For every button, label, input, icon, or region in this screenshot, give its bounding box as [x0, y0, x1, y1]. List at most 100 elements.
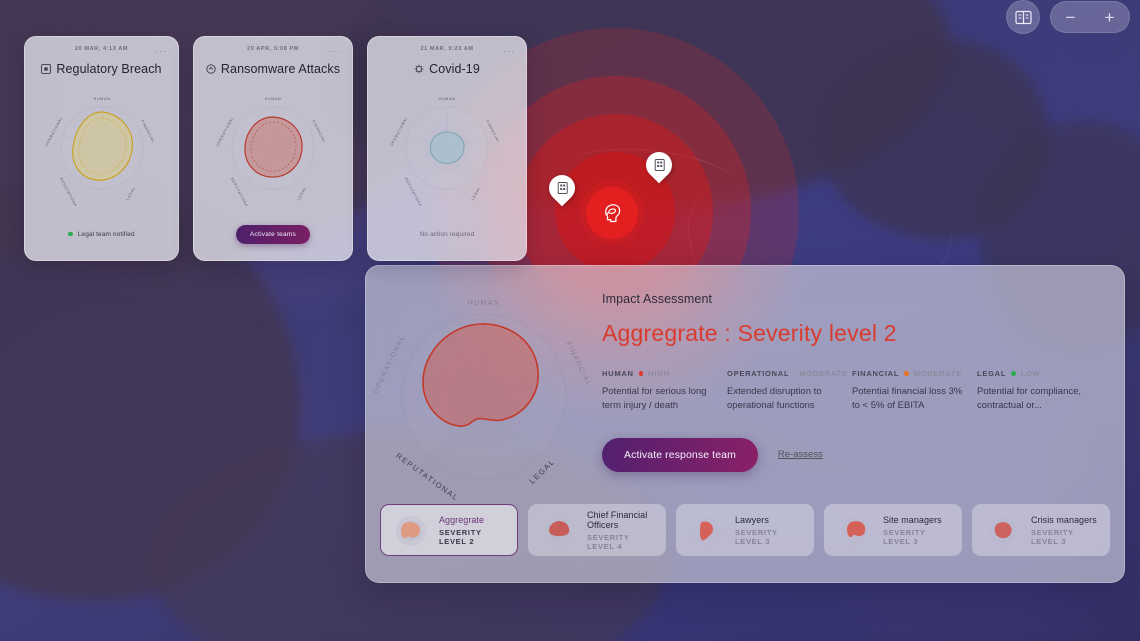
activate-teams-button[interactable]: Activate teams	[235, 224, 311, 244]
card-title: Ransomware Attacks	[220, 62, 341, 76]
role-card-crisis-managers[interactable]: Crisis managers SEVERITY LEVEL 3	[972, 504, 1110, 556]
card-footer: Activate teams	[204, 218, 342, 250]
site-marker-1[interactable]	[543, 169, 581, 209]
panel-subtitle: Impact Assessment	[602, 292, 713, 306]
severity-dot	[904, 371, 909, 376]
panel-title: Aggregrate : Severity level 2	[602, 320, 897, 346]
incident-card-list: 20 MAR, 4:13 AM ··· Regulatory Breach HU…	[24, 36, 527, 261]
radar-axis-label: HUMAN	[265, 97, 282, 101]
category-description: Extended disruption to operational funct…	[727, 386, 822, 412]
impact-category-financial: FINANCIAL MODERATE Potential financial l…	[852, 369, 977, 414]
epicentre-marker[interactable]	[586, 187, 638, 239]
panel-details: Impact Assessment Aggregrate : Severity …	[602, 292, 1124, 504]
map-zoom-controls: − +	[1050, 1, 1130, 33]
role-severity: SEVERITY LEVEL 4	[587, 532, 630, 551]
role-card-lawyers[interactable]: Lawyers SEVERITY LEVEL 3	[676, 504, 814, 556]
role-severity: SEVERITY LEVEL 3	[1031, 527, 1074, 546]
category-description: Potential for serious long term injury /…	[602, 386, 707, 412]
card-title-row: Ransomware Attacks	[204, 62, 342, 76]
zoom-out-button[interactable]: −	[1066, 9, 1076, 26]
role-selector-list: Aggregrate SEVERITY LEVEL 2 Chief Financ…	[366, 504, 1124, 556]
category-name: HUMAN	[602, 369, 634, 378]
category-level: MODERATE	[913, 369, 963, 378]
panel-actions: Activate response team Re-assess	[602, 437, 1102, 472]
category-header: LEGAL LOW	[977, 369, 1088, 378]
incident-card-regulatory-breach[interactable]: 20 MAR, 4:13 AM ··· Regulatory Breach HU…	[24, 36, 179, 261]
incident-card-ransomware-attacks[interactable]: 20 APR, 5:08 PM ··· Ransomware Attacks H…	[193, 36, 353, 261]
site-marker-2[interactable]	[640, 146, 678, 186]
radar-axis-label: OPERATIONAL	[216, 116, 235, 147]
impact-assessment-panel: REPUTATIONAL LEGAL HUMAN FINANCIAL OPERA…	[365, 265, 1125, 583]
impact-category-legal: LEGAL LOW Potential for compliance, cont…	[977, 369, 1102, 414]
card-title-row: Covid-19	[378, 62, 516, 76]
radar-axis-label: FINANCIAL	[311, 120, 326, 144]
card-title-row: Regulatory Breach	[35, 62, 168, 76]
radar-axis-label: HUMAN	[468, 300, 501, 307]
card-footer: Legal team notified	[35, 218, 168, 250]
impact-category-human: HUMAN HIGH Potential for serious long te…	[602, 369, 727, 414]
role-name: Aggregrate	[439, 514, 485, 525]
card-menu-button[interactable]: ···	[503, 47, 515, 56]
role-card-aggregrate[interactable]: Aggregrate SEVERITY LEVEL 2	[380, 504, 518, 556]
severity-dot	[638, 371, 644, 376]
radar-axis-label: LEGAL	[125, 186, 136, 201]
card-radar-chart: HUMAN FINANCIAL LEGAL REPUTATIONAL OPERA…	[204, 78, 342, 218]
zoom-in-button[interactable]: +	[1105, 9, 1115, 26]
map-controls: − +	[1006, 0, 1130, 34]
card-note: No action required	[419, 230, 475, 238]
re-assess-link[interactable]: Re-assess	[778, 449, 823, 460]
radar-chart-ransomware: HUMAN FINANCIAL LEGAL REPUTATIONAL OPERA…	[216, 97, 327, 206]
role-text: Lawyers SEVERITY LEVEL 3	[735, 515, 802, 546]
role-blob-icon	[540, 511, 578, 549]
card-timestamp: 21 MAR, 9:23 AM	[420, 46, 474, 52]
category-level: LOW	[1020, 369, 1041, 378]
role-severity: SEVERITY LEVEL 3	[883, 527, 926, 546]
head-impact-icon	[605, 204, 621, 223]
category-name: LEGAL	[977, 369, 1007, 378]
category-level: MODERATE	[799, 369, 848, 378]
role-card-chief-financial-officers[interactable]: Chief Financial Officers SEVERITY LEVEL …	[528, 504, 666, 556]
role-blob-icon	[392, 511, 430, 549]
category-description: Potential financial loss 3% to < 5% of E…	[852, 386, 963, 412]
card-header: 20 MAR, 4:13 AM ···	[35, 46, 168, 56]
status-badge: Legal team notified	[68, 230, 135, 238]
radar-axis-label: OPERATIONAL	[390, 116, 409, 147]
card-menu-button[interactable]: ···	[155, 47, 167, 56]
map-layers-button[interactable]	[1006, 0, 1040, 34]
role-text: Crisis managers SEVERITY LEVEL 3	[1031, 515, 1098, 546]
impact-category-list: HUMAN HIGH Potential for serious long te…	[602, 369, 1102, 414]
activate-response-team-button[interactable]: Activate response team	[602, 437, 758, 472]
card-header: 20 APR, 5:08 PM ···	[204, 46, 342, 56]
radar-axis-label: REPUTATIONAL	[58, 177, 78, 206]
status-dot	[68, 231, 73, 237]
role-name: Crisis managers	[1031, 514, 1097, 525]
role-card-site-managers[interactable]: Site managers SEVERITY LEVEL 3	[824, 504, 962, 556]
radar-axis-label: HUMAN	[93, 97, 110, 101]
panel-body: REPUTATIONAL LEGAL HUMAN FINANCIAL OPERA…	[366, 266, 1124, 504]
building-icon	[654, 159, 664, 171]
category-header: HUMAN HIGH	[602, 369, 713, 378]
card-timestamp: 20 MAR, 4:13 AM	[74, 46, 129, 52]
card-title: Regulatory Breach	[56, 62, 162, 76]
card-title: Covid-19	[429, 62, 480, 76]
radar-axis-label: HUMAN	[439, 97, 456, 101]
role-text: Aggregrate SEVERITY LEVEL 2	[439, 515, 506, 546]
role-name: Chief Financial Officers	[587, 509, 648, 530]
category-description: Potential for compliance, contractual or…	[977, 386, 1082, 412]
card-header: 21 MAR, 9:23 AM ···	[378, 46, 516, 56]
radar-axis-label: OPERATIONAL	[372, 333, 407, 394]
card-radar-chart: HUMAN FINANCIAL LEGAL REPUTATIONAL OPERA…	[35, 78, 168, 218]
status-label: Legal team notified	[77, 230, 135, 238]
radar-chart-aggregate: REPUTATIONAL LEGAL HUMAN FINANCIAL OPERA…	[372, 300, 592, 503]
risk-map-dashboard: − + 20 MAR, 4:13 AM ··· Regulatory Breac…	[0, 0, 1140, 641]
virus-icon	[414, 64, 424, 74]
severity-dot	[1011, 371, 1016, 376]
radar-axis-label: LEGAL	[471, 186, 482, 201]
incident-card-covid-19[interactable]: 21 MAR, 9:23 AM ··· Covid-19 HUMAN FINAN…	[367, 36, 527, 261]
category-name: OPERATIONAL	[727, 369, 790, 378]
card-menu-button[interactable]: ···	[329, 47, 341, 56]
radar-axis-label: FINANCIAL	[485, 120, 500, 144]
book-layers-icon	[1014, 10, 1032, 24]
role-severity: SEVERITY LEVEL 3	[735, 527, 778, 546]
radar-axis-label: LEGAL	[297, 186, 308, 201]
